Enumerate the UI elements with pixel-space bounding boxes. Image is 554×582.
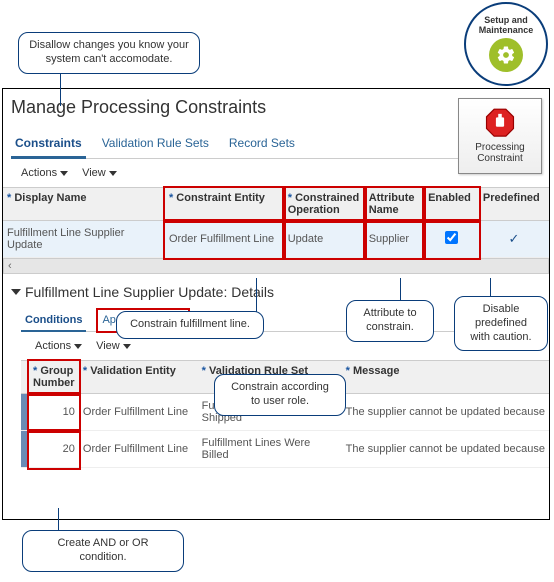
cell-group-number: 20 <box>29 431 79 468</box>
col-enabled: Enabled <box>428 192 471 204</box>
horizontal-scrollbar[interactable]: ‹ <box>3 258 549 274</box>
callout-line <box>400 278 401 300</box>
table-row[interactable]: 20 Order Fulfillment Line Fulfillment Li… <box>21 431 549 468</box>
actions-menu[interactable]: Actions <box>21 167 68 179</box>
cell-validation-entity: Order Fulfillment Line <box>79 431 198 468</box>
tab-record-sets[interactable]: Record Sets <box>225 130 299 158</box>
callout-disable-predefined: Disable predefined with caution. <box>454 296 548 351</box>
enabled-checkbox[interactable] <box>445 231 458 244</box>
gear-icon <box>489 38 523 72</box>
chevron-down-icon <box>60 171 68 176</box>
cell-constraint-entity: Order Fulfillment Line <box>165 221 284 258</box>
view-label: View <box>96 340 120 352</box>
actions-label: Actions <box>35 340 71 352</box>
processing-constraint-label2: Constraint <box>477 153 523 164</box>
cell-display-name: Fulfillment Line Supplier Update <box>3 221 165 258</box>
col-attribute-name: Attribute Name <box>369 192 415 216</box>
col-message: Message <box>353 365 399 377</box>
callout-line <box>60 68 61 106</box>
col-constraint-entity: Constraint Entity <box>176 192 265 204</box>
cell-attribute-name: Supplier <box>365 221 424 258</box>
details-title: Fulfillment Line Supplier Update: Detail… <box>25 284 274 300</box>
callout-attribute-to-constrain: Attribute to constrain. <box>346 300 434 342</box>
callout-constrain-role: Constrain according to user role. <box>214 374 346 416</box>
col-predefined: Predefined <box>483 192 540 204</box>
callout-line <box>256 278 257 312</box>
collapse-icon <box>11 289 21 295</box>
cell-message: The supplier cannot be updated because <box>342 394 549 431</box>
callout-line <box>58 508 59 530</box>
col-group-number: Group Number <box>33 365 75 389</box>
col-validation-entity: Validation Entity <box>90 365 176 377</box>
callout-create-and-or: Create AND or OR condition. <box>22 530 184 572</box>
callout-disallow: Disallow changes you know your system ca… <box>18 32 200 74</box>
setup-maintenance-label: Setup and Maintenance <box>466 16 546 36</box>
cell-message: The supplier cannot be updated because <box>342 431 549 468</box>
sub-tab-conditions[interactable]: Conditions <box>21 310 86 332</box>
predefined-check-icon: ✓ <box>483 231 545 247</box>
chevron-down-icon <box>109 171 117 176</box>
cell-validation-rule-set: Fulfillment Lines Were Billed <box>198 431 342 468</box>
view-label: View <box>82 167 106 179</box>
tab-constraints[interactable]: Constraints <box>11 130 86 159</box>
col-display-name: Display Name <box>14 192 86 204</box>
callout-constrain-fulfillment: Constrain fulfillment line. <box>116 311 264 339</box>
conditions-view-menu[interactable]: View <box>96 340 131 352</box>
conditions-actions-menu[interactable]: Actions <box>35 340 82 352</box>
col-constrained-operation: Constrained Operation <box>288 192 360 216</box>
view-menu[interactable]: View <box>82 167 117 179</box>
callout-line <box>490 278 491 296</box>
processing-constraint-label1: Processing <box>475 142 524 153</box>
table-row[interactable]: Fulfillment Line Supplier Update Order F… <box>3 221 549 258</box>
actions-label: Actions <box>21 167 57 179</box>
cell-constrained-operation: Update <box>284 221 365 258</box>
chevron-down-icon <box>74 344 82 349</box>
stop-shield-icon <box>485 108 515 142</box>
setup-maintenance-badge[interactable]: Setup and Maintenance <box>464 2 548 86</box>
tab-validation-rule-sets[interactable]: Validation Rule Sets <box>98 130 213 158</box>
cell-group-number: 10 <box>29 394 79 431</box>
cell-validation-entity: Order Fulfillment Line <box>79 394 198 431</box>
constraints-table: * Display Name * Constraint Entity * Con… <box>3 187 549 258</box>
processing-constraint-badge[interactable]: Processing Constraint <box>458 98 542 174</box>
chevron-down-icon <box>123 344 131 349</box>
